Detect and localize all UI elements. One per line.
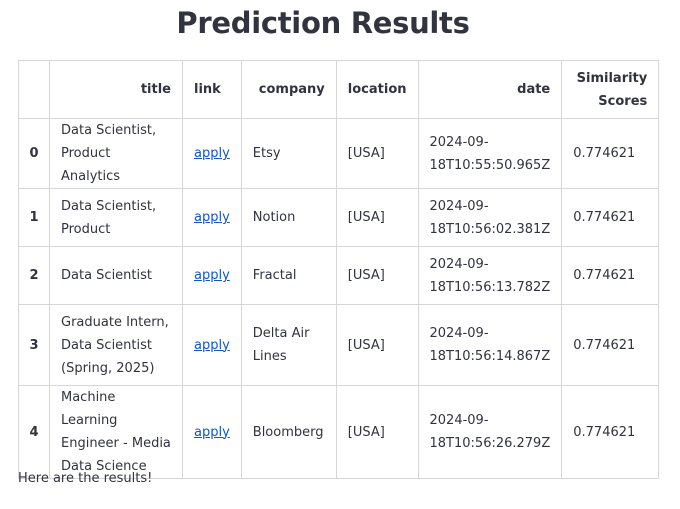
- cell-date-line: 18T10:56:26.279Z: [429, 436, 551, 451]
- header-similarity-line1: Similarity: [576, 70, 648, 86]
- cell-company: Delta Air Lines: [240, 304, 337, 386]
- cell-title: Data Scientist: [49, 246, 183, 305]
- cell-company-line: Bloomberg: [252, 424, 324, 440]
- table-row: 4 Machine Learning Engineer - Media Data S…: [18, 385, 660, 479]
- cell-date: 2024-09- 18T10:56:26.279Z: [417, 385, 563, 479]
- table-row: 3 Graduate Intern, Data Scientist (Spring,…: [18, 304, 660, 386]
- row-index: 2: [18, 246, 50, 305]
- cell-link: apply: [182, 188, 242, 247]
- table-header-row: title link company location date Similar…: [18, 60, 660, 119]
- row-index: 3: [18, 304, 50, 386]
- table-row: 2 Data Scientist apply Fractal [USA] 202…: [18, 246, 660, 305]
- row-index: 1: [18, 188, 50, 247]
- row-index: 0: [18, 118, 50, 189]
- apply-link[interactable]: apply: [194, 425, 230, 440]
- table-row: 1 Data Scientist, Product apply Notion [U…: [18, 188, 660, 247]
- cell-title: Graduate Intern, Data Scientist (Spring, 2…: [49, 304, 183, 386]
- cell-location: [USA]: [335, 188, 419, 247]
- header-index: [18, 60, 50, 119]
- header-similarity-line2: Scores: [598, 93, 648, 109]
- apply-link[interactable]: apply: [194, 210, 230, 225]
- cell-company: Notion: [240, 188, 337, 247]
- cell-date-line: 2024-09-: [429, 413, 489, 428]
- cell-company-line: Etsy: [252, 146, 281, 161]
- cell-company-line: Fractal: [252, 268, 297, 283]
- cell-date-line: 18T10:55:50.965Z: [429, 157, 551, 173]
- cell-similarity-score: 0.774621: [561, 246, 660, 305]
- cell-company: Etsy: [240, 118, 337, 189]
- row-index: 4: [18, 385, 50, 479]
- header-location: location: [335, 60, 419, 119]
- cell-similarity-score: 0.774621: [561, 385, 660, 479]
- header-title: title: [49, 60, 183, 119]
- cell-company: Bloomberg: [240, 385, 337, 479]
- cell-title-line: Engineer - Media: [61, 436, 171, 451]
- cell-title-line: (Spring, 2025): [61, 360, 155, 376]
- apply-link[interactable]: apply: [194, 146, 230, 161]
- cell-link: apply: [182, 118, 242, 189]
- header-date: date: [417, 60, 563, 119]
- apply-link[interactable]: apply: [194, 338, 230, 353]
- cell-title-line: Machine Learning: [61, 390, 118, 428]
- cell-title-line: Data Scientist: [61, 337, 152, 353]
- cell-title: Data Scientist, Product: [49, 188, 183, 247]
- table-row: 0 Data Scientist, Product Analytics apply…: [18, 118, 660, 189]
- cell-date-line: 2024-09-: [429, 326, 489, 341]
- page-title: Prediction Results: [176, 6, 470, 40]
- cell-date-line: 18T10:56:13.782Z: [429, 279, 551, 295]
- cell-title-line: Product: [61, 221, 111, 237]
- cell-link: apply: [182, 385, 242, 479]
- cell-similarity-score: 0.774621: [561, 118, 660, 189]
- header-link: link: [182, 60, 242, 119]
- cell-date: 2024-09- 18T10:56:13.782Z: [417, 246, 563, 305]
- cell-date-line: 18T10:56:14.867Z: [429, 349, 551, 364]
- cell-date-line: 2024-09-: [429, 198, 489, 214]
- results-table: title link company location date Similar…: [18, 60, 660, 479]
- cell-location: [USA]: [335, 304, 419, 386]
- cell-company-line: Lines: [252, 349, 287, 364]
- cell-company-line: Delta Air: [252, 326, 310, 341]
- cell-date: 2024-09- 18T10:56:02.381Z: [417, 188, 563, 247]
- results-message: Here are the results!: [18, 471, 153, 486]
- header-company: company: [240, 60, 337, 119]
- cell-similarity-score: 0.774621: [561, 304, 660, 386]
- header-similarity-scores: Similarity Scores: [561, 60, 660, 119]
- cell-title: Data Scientist, Product Analytics: [49, 118, 183, 189]
- cell-title-line: Product Analytics: [61, 146, 121, 184]
- cell-link: apply: [182, 304, 242, 386]
- cell-location: [USA]: [335, 385, 419, 479]
- cell-company-line: Notion: [252, 210, 296, 225]
- cell-title-line: Data Scientist,: [61, 198, 157, 214]
- cell-title-line: Data Scientist,: [61, 123, 157, 138]
- cell-date-line: 18T10:56:02.381Z: [429, 221, 551, 237]
- cell-date: 2024-09- 18T10:56:14.867Z: [417, 304, 563, 386]
- cell-location: [USA]: [335, 118, 419, 189]
- cell-location: [USA]: [335, 246, 419, 305]
- cell-company: Fractal: [240, 246, 337, 305]
- cell-date: 2024-09- 18T10:55:50.965Z: [417, 118, 563, 189]
- cell-date-line: 2024-09-: [429, 134, 489, 150]
- cell-title-line: Data Scientist: [61, 268, 152, 283]
- cell-similarity-score: 0.774621: [561, 188, 660, 247]
- cell-date-line: 2024-09-: [429, 256, 489, 272]
- cell-title-line: Graduate Intern,: [61, 314, 169, 330]
- apply-link[interactable]: apply: [194, 268, 230, 283]
- cell-title: Machine Learning Engineer - Media Data Sci…: [49, 385, 183, 479]
- cell-link: apply: [182, 246, 242, 305]
